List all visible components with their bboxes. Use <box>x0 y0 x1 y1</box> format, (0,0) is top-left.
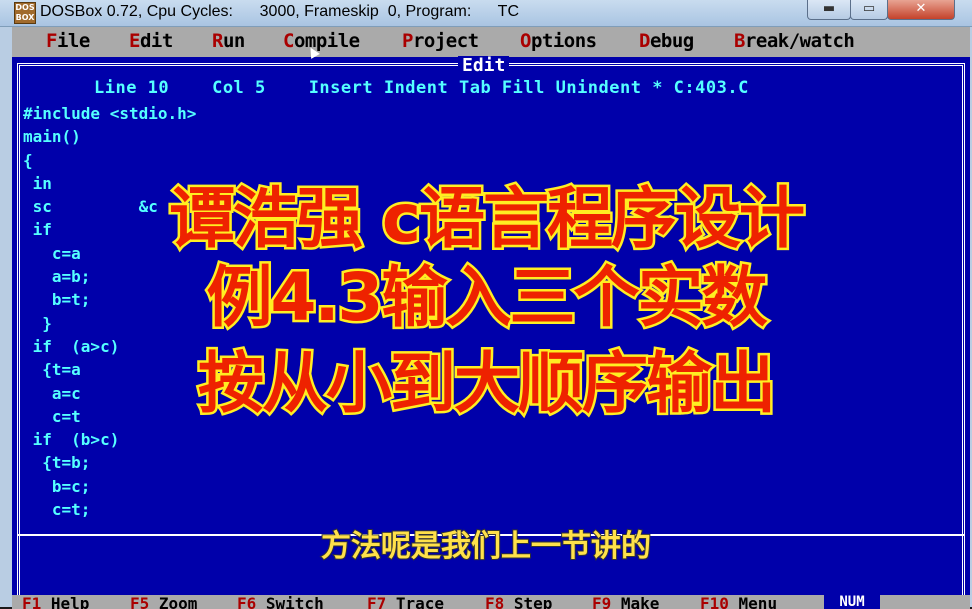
edit-window-title: Edit <box>458 56 510 76</box>
menu-edit[interactable]: Edit <box>129 30 173 52</box>
menu-compile[interactable]: Compile <box>283 30 360 52</box>
menu-project[interactable]: Project <box>402 30 479 52</box>
code-line: c=t; <box>23 500 91 520</box>
dosbox-icon: DOS BOX <box>14 2 36 24</box>
menu-break-watch[interactable]: Break/watch <box>734 30 855 52</box>
close-button[interactable]: ✕ <box>887 0 955 20</box>
maximize-button[interactable]: ▭ <box>850 0 888 20</box>
code-line: if (b>c) <box>23 430 120 450</box>
code-line: main() <box>23 127 81 147</box>
overlay-title-line-2: 例4.3输入三个实数 <box>204 259 770 336</box>
menu-options[interactable]: Options <box>520 30 597 52</box>
code-line: {t=b; <box>23 453 91 473</box>
overlay-title-line-1: 谭浩强 c语言程序设计 <box>166 180 807 257</box>
menu-file[interactable]: File <box>46 30 90 52</box>
title-bar[interactable]: DOS BOX DOSBox 0.72, Cpu Cycles: 3000, F… <box>0 0 972 27</box>
code-line: b=c; <box>23 476 91 496</box>
code-line: #include <stdio.h> <box>23 104 197 123</box>
overlay-title-line-3: 按从小到大顺序输出 <box>196 345 779 422</box>
editor-status-line: Line 10 Col 5 Insert Indent Tab Fill Uni… <box>94 78 749 98</box>
menu-run[interactable]: Run <box>212 30 245 52</box>
menu-debug[interactable]: Debug <box>639 30 694 52</box>
video-subtitle: 方法呢是我们上一节讲的 <box>320 528 652 565</box>
window-title: DOSBox 0.72, Cpu Cycles: 3000, Frameskip… <box>40 3 519 20</box>
code-line: { <box>23 150 33 170</box>
menu-bar: File Edit Run Compile Project Options De… <box>12 27 970 57</box>
minimize-button[interactable]: ▬ <box>807 0 851 20</box>
